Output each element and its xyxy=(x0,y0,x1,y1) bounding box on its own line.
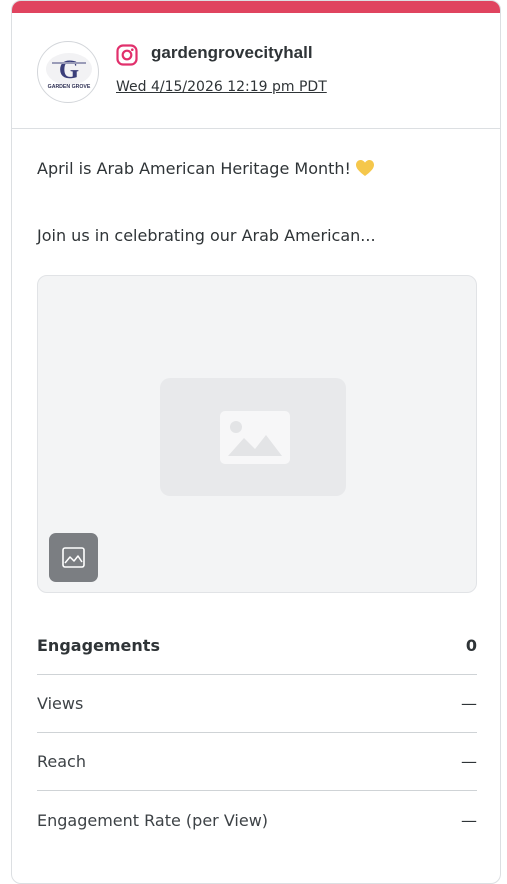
svg-text:GARDEN GROVE: GARDEN GROVE xyxy=(48,84,91,90)
metric-engagements: Engagements 0 xyxy=(37,617,477,675)
svg-text:G: G xyxy=(59,55,79,84)
metric-views: Views — xyxy=(37,675,477,733)
avatar[interactable]: G GARDEN GROVE xyxy=(37,41,99,103)
metric-reach: Reach — xyxy=(37,733,477,791)
garden-grove-logo: G GARDEN GROVE xyxy=(46,53,92,90)
post-card: G GARDEN GROVE gardengrovecityhall Wed 4… xyxy=(11,0,501,884)
post-text-line-2: Join us in celebrating our Arab American… xyxy=(37,226,376,245)
post-header: G GARDEN GROVE gardengrovecityhall Wed 4… xyxy=(12,13,500,129)
metric-value: — xyxy=(461,810,477,830)
metric-label: Engagements xyxy=(37,636,160,655)
metric-engagement-rate: Engagement Rate (per View) — xyxy=(37,791,477,849)
yellow-heart-icon xyxy=(355,159,375,177)
media-placeholder xyxy=(160,378,346,496)
metric-value: 0 xyxy=(465,636,477,655)
metric-label: Engagement Rate (per View) xyxy=(37,810,269,830)
account-name[interactable]: gardengrovecityhall xyxy=(151,43,313,63)
metric-value: — xyxy=(461,752,477,771)
metric-label: Views xyxy=(37,694,84,713)
media-type-button[interactable] xyxy=(49,533,98,582)
card-accent-bar xyxy=(12,1,500,13)
post-text: April is Arab American Heritage Month! xyxy=(37,159,351,178)
instagram-icon xyxy=(116,44,138,66)
post-timestamp-link[interactable]: Wed 4/15/2026 12:19 pm PDT xyxy=(116,79,327,95)
metric-value: — xyxy=(461,694,477,713)
post-media[interactable] xyxy=(37,275,477,593)
post-text-line-1: April is Arab American Heritage Month! xyxy=(37,159,375,178)
image-icon xyxy=(62,547,85,568)
image-placeholder-icon xyxy=(220,411,290,464)
metric-label: Reach xyxy=(37,752,86,771)
